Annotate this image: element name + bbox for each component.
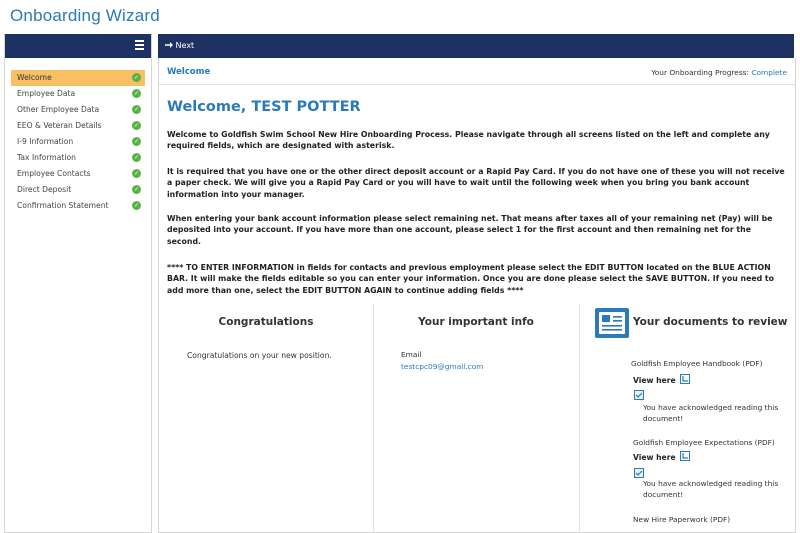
check-icon: ✓ [132, 121, 141, 130]
sidebar-item-label: Other Employee Data [17, 105, 100, 114]
documents-title: Your documents to review [633, 316, 788, 328]
check-icon: ✓ [132, 137, 141, 146]
menu-icon[interactable] [135, 40, 144, 50]
check-icon: ✓ [132, 89, 141, 98]
sidebar-item-confirmation[interactable]: Confirmation Statement ✓ [11, 198, 145, 214]
sidebar-item-eeo-veteran[interactable]: EEO & Veteran Details ✓ [11, 118, 145, 134]
acknowledged-icon [634, 390, 644, 400]
main-panel: Welcome Your Onboarding Progress: Comple… [158, 58, 796, 533]
breadcrumb: Welcome [167, 67, 211, 77]
document-name: Goldfish Employee Expectations (PDF) [633, 438, 775, 447]
acknowledged-icon [634, 468, 644, 478]
sidebar-nav: Welcome ✓ Employee Data ✓ Other Employee… [5, 70, 151, 214]
sidebar: Welcome ✓ Employee Data ✓ Other Employee… [4, 34, 152, 533]
next-button[interactable]: Next [165, 41, 194, 50]
progress-label: Your Onboarding Progress: [651, 68, 750, 77]
open-document-icon[interactable] [680, 451, 690, 461]
congrats-title: Congratulations [218, 316, 314, 328]
email-value[interactable]: testcpc09@gmail.com [401, 362, 483, 371]
view-here-link[interactable]: View here [633, 376, 676, 385]
progress-value: Complete [751, 68, 787, 77]
page-title: Welcome, TEST POTTER [167, 99, 361, 115]
sidebar-item-label: Direct Deposit [17, 185, 72, 194]
email-label: Email [401, 350, 422, 359]
check-icon: ✓ [132, 201, 141, 210]
check-icon: ✓ [132, 73, 141, 82]
breadcrumb-bar: Welcome Your Onboarding Progress: Comple… [159, 58, 795, 85]
check-icon: ✓ [132, 153, 141, 162]
intro-paragraph: Welcome to Goldfish Swim School New Hire… [167, 130, 770, 151]
sidebar-item-label: Employee Data [17, 89, 76, 98]
sidebar-item-label: Confirmation Statement [17, 201, 109, 210]
sidebar-item-i9[interactable]: I-9 Information ✓ [11, 134, 145, 150]
acknowledged-text: You have acknowledged reading this docum… [643, 403, 779, 423]
check-icon: ✓ [132, 185, 141, 194]
info-title: Your important info [418, 316, 534, 328]
acknowledged-text: You have acknowledged reading this docum… [643, 479, 779, 499]
sidebar-item-tax[interactable]: Tax Information ✓ [11, 150, 145, 166]
sidebar-item-label: EEO & Veteran Details [17, 121, 102, 130]
document-name: Goldfish Employee Handbook (PDF) [631, 359, 763, 368]
congrats-text: Congratulations on your new position. [187, 351, 332, 360]
deposit-paragraph: It is required that you have one or the … [167, 167, 785, 199]
app-title: Onboarding Wizard [10, 6, 160, 25]
arrow-right-icon [165, 42, 173, 48]
column-divider [579, 304, 580, 532]
sidebar-item-direct-deposit[interactable]: Direct Deposit ✓ [11, 182, 145, 198]
onboarding-progress: Your Onboarding Progress: Complete [651, 68, 787, 77]
document-name: New Hire Paperwork (PDF) [633, 515, 731, 524]
sidebar-item-welcome[interactable]: Welcome ✓ [11, 70, 145, 86]
sidebar-item-label: Employee Contacts [17, 169, 91, 178]
bank-paragraph: When entering your bank account informat… [167, 214, 773, 246]
open-document-icon[interactable] [680, 374, 690, 384]
sidebar-item-other-employee-data[interactable]: Other Employee Data ✓ [11, 102, 145, 118]
column-divider [373, 304, 374, 532]
sidebar-item-contacts[interactable]: Employee Contacts ✓ [11, 166, 145, 182]
sidebar-item-label: I-9 Information [17, 137, 74, 146]
sidebar-item-label: Tax Information [17, 153, 76, 162]
sidebar-item-employee-data[interactable]: Employee Data ✓ [11, 86, 145, 102]
sidebar-header [5, 34, 151, 58]
action-bar: Next [158, 34, 794, 58]
check-icon: ✓ [132, 169, 141, 178]
next-label: Next [175, 41, 195, 50]
view-here-link[interactable]: View here [633, 453, 676, 462]
check-icon: ✓ [132, 105, 141, 114]
documents-icon [595, 308, 629, 338]
sidebar-item-label: Welcome [17, 73, 52, 82]
edit-instructions-paragraph: **** TO ENTER INFORMATION in fields for … [167, 263, 775, 295]
